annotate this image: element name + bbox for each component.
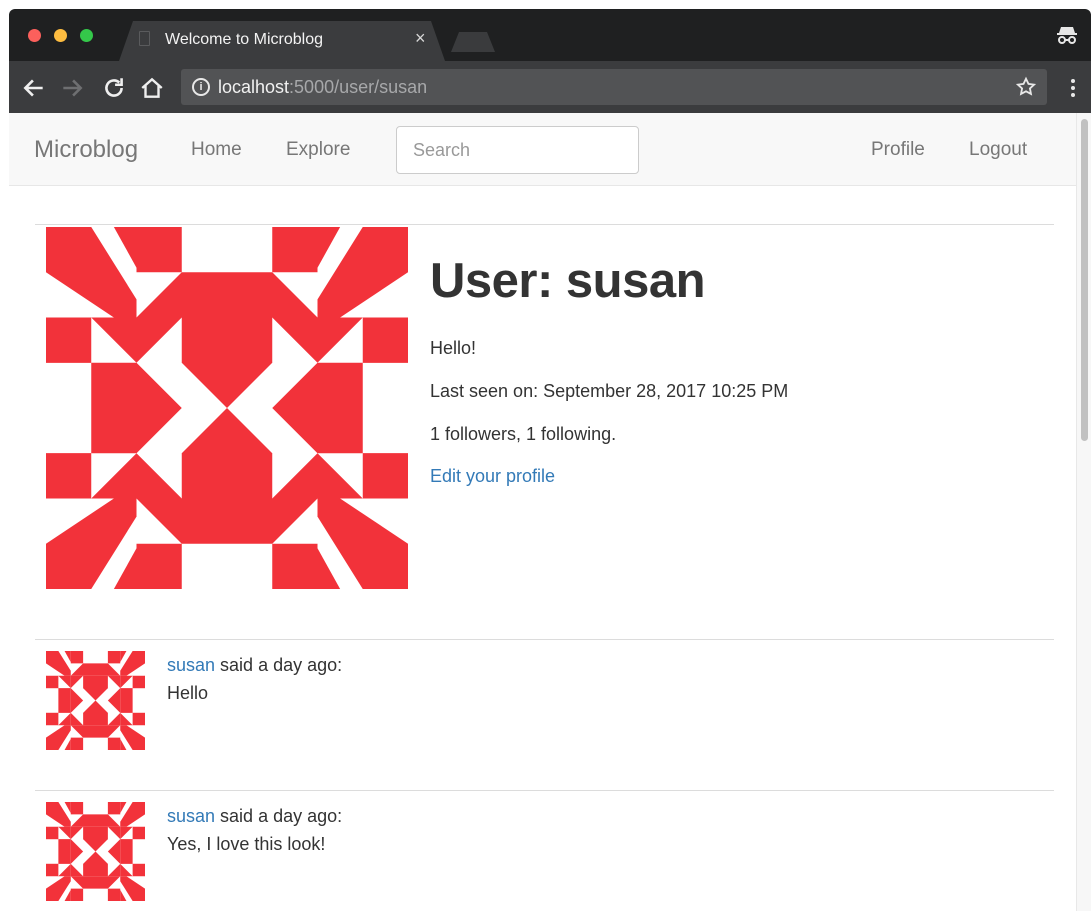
page-viewport: Microblog Home Explore Profile Logout	[9, 113, 1091, 911]
nav-logout[interactable]: Logout	[969, 139, 1027, 161]
divider	[35, 224, 1054, 225]
info-icon[interactable]: i	[192, 78, 210, 96]
tab-title: Welcome to Microblog	[165, 31, 323, 48]
url-path: :5000/user/susan	[289, 77, 428, 97]
post-item: susan said a day ago: Hello	[35, 639, 1054, 789]
post-body: Hello	[167, 683, 209, 703]
post-avatar[interactable]	[46, 651, 145, 750]
bookmark-star-icon[interactable]	[1015, 74, 1037, 100]
browser-window: Welcome to Microblog × i localhost:5000/	[9, 9, 1091, 911]
address-bar[interactable]: i localhost:5000/user/susan	[181, 69, 1047, 105]
close-tab-icon[interactable]: ×	[415, 28, 426, 49]
post-meta: susan said a day ago:	[167, 806, 342, 827]
site-navbar: Microblog Home Explore Profile Logout	[9, 113, 1076, 186]
search-input[interactable]	[396, 126, 639, 174]
back-arrow-icon[interactable]	[21, 75, 47, 101]
new-tab-button[interactable]	[451, 32, 495, 52]
brand-link[interactable]: Microblog	[34, 136, 138, 164]
post-meta: susan said a day ago:	[167, 655, 342, 676]
post-item: susan said a day ago: Yes, I love this l…	[35, 790, 1054, 911]
tab-microblog[interactable]: Welcome to Microblog ×	[119, 21, 445, 61]
close-window-button[interactable]	[28, 29, 41, 42]
nav-profile[interactable]: Profile	[871, 139, 925, 161]
post-author-link[interactable]: susan	[167, 806, 215, 826]
post-body: Yes, I love this look!	[167, 834, 326, 854]
page-icon	[139, 31, 150, 46]
browser-toolbar: i localhost:5000/user/susan	[9, 61, 1091, 113]
forward-arrow-icon[interactable]	[59, 75, 85, 101]
post-timestamp: said a day ago:	[215, 655, 343, 675]
more-vertical-icon[interactable]	[1069, 75, 1077, 101]
about-me: Hello!	[430, 338, 477, 358]
edit-profile-link[interactable]: Edit your profile	[430, 466, 555, 487]
home-icon[interactable]	[139, 75, 165, 101]
post-author-link[interactable]: susan	[167, 655, 215, 675]
zoom-window-button[interactable]	[80, 29, 93, 42]
post-avatar[interactable]	[46, 802, 145, 901]
nav-explore[interactable]: Explore	[286, 139, 350, 161]
vertical-scrollbar[interactable]	[1076, 113, 1091, 911]
last-seen: Last seen on: September 28, 2017 10:25 P…	[430, 381, 789, 401]
page-title: User: susan	[430, 254, 706, 308]
incognito-icon	[1057, 27, 1077, 44]
reload-icon[interactable]	[101, 75, 127, 101]
post-timestamp: said a day ago:	[215, 806, 343, 826]
url-text[interactable]: localhost:5000/user/susan	[218, 77, 427, 98]
title-bar: Welcome to Microblog ×	[9, 9, 1091, 61]
minimize-window-button[interactable]	[54, 29, 67, 42]
nav-home[interactable]: Home	[191, 139, 242, 161]
url-host: localhost	[218, 77, 290, 97]
scrollbar-thumb[interactable]	[1081, 119, 1088, 441]
follow-counts: 1 followers, 1 following.	[430, 424, 617, 444]
user-avatar-large	[46, 227, 408, 589]
